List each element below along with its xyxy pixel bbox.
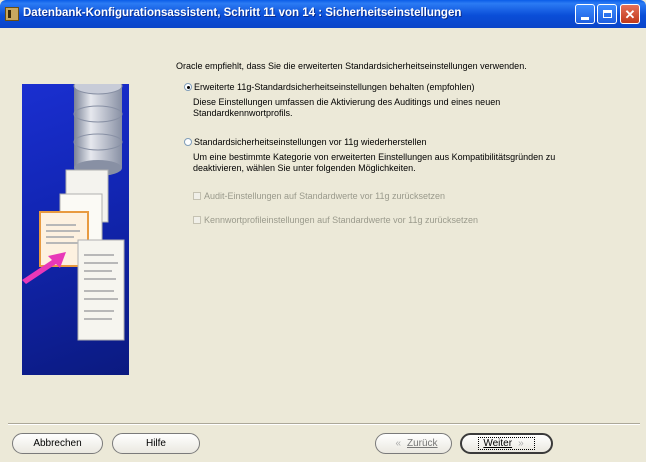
help-label: Hilfe [145,438,166,449]
checkbox-audit-settings[interactable]: Audit-Einstellungen auf Standardwerte vo… [193,191,445,201]
checkbox-icon[interactable] [193,216,201,224]
checkbox-label: Audit-Einstellungen auf Standardwerte vo… [204,191,445,201]
footer-separator [8,423,640,425]
cancel-button[interactable]: Abbrechen [12,433,103,454]
next-label: Weiter [483,438,513,449]
cancel-label: Abbrechen [33,438,82,449]
option-description: Um eine bestimmte Kategorie von erweiter… [193,152,555,174]
minimize-icon [581,16,589,20]
back-arrow-icon: « [395,438,401,449]
radio-label: Erweiterte 11g-Standardsicherheitseinste… [194,82,475,92]
radio-selected-icon[interactable] [184,83,192,91]
window-title: Datenbank-Konfigurationsassistent, Schri… [23,7,462,19]
checkbox-label: Kennwortprofileinstellungen auf Standard… [204,215,478,225]
wizard-illustration [22,84,129,375]
close-icon: ✕ [624,6,636,22]
checkbox-password-profile[interactable]: Kennwortprofileinstellungen auf Standard… [193,215,478,225]
help-button[interactable]: Hilfe [112,433,200,454]
next-arrow-icon: » [518,438,524,449]
app-icon [5,7,19,21]
maximize-button[interactable] [597,4,617,24]
back-label: Zurück [407,438,438,449]
option-description: Diese Einstellungen umfassen die Aktivie… [193,97,500,119]
database-documents-icon [22,84,125,341]
radio-unselected-icon[interactable] [184,138,192,146]
desc-line: Diese Einstellungen umfassen die Aktivie… [193,97,501,107]
desc-line: Standardkennwortprofils. [193,108,293,118]
radio-option-restore-pre-11g[interactable]: Standardsicherheitseinstellungen vor 11g… [184,137,426,147]
desc-line: deaktivieren, wählen Sie unter folgenden… [193,163,416,173]
checkbox-icon[interactable] [193,192,201,200]
back-button[interactable]: « Zurück [375,433,452,454]
next-button[interactable]: Weiter » [460,433,553,454]
desc-line: Um eine bestimmte Kategorie von erweiter… [193,152,556,162]
radio-option-keep-11g[interactable]: Erweiterte 11g-Standardsicherheitseinste… [184,82,475,92]
close-button[interactable]: ✕ [620,4,640,24]
minimize-button[interactable] [575,4,595,24]
radio-label: Standardsicherheitseinstellungen vor 11g… [194,137,427,147]
title-bar[interactable]: Datenbank-Konfigurationsassistent, Schri… [0,0,646,28]
maximize-icon [602,10,612,18]
intro-text: Oracle empfiehlt, dass Sie die erweitert… [176,61,527,71]
